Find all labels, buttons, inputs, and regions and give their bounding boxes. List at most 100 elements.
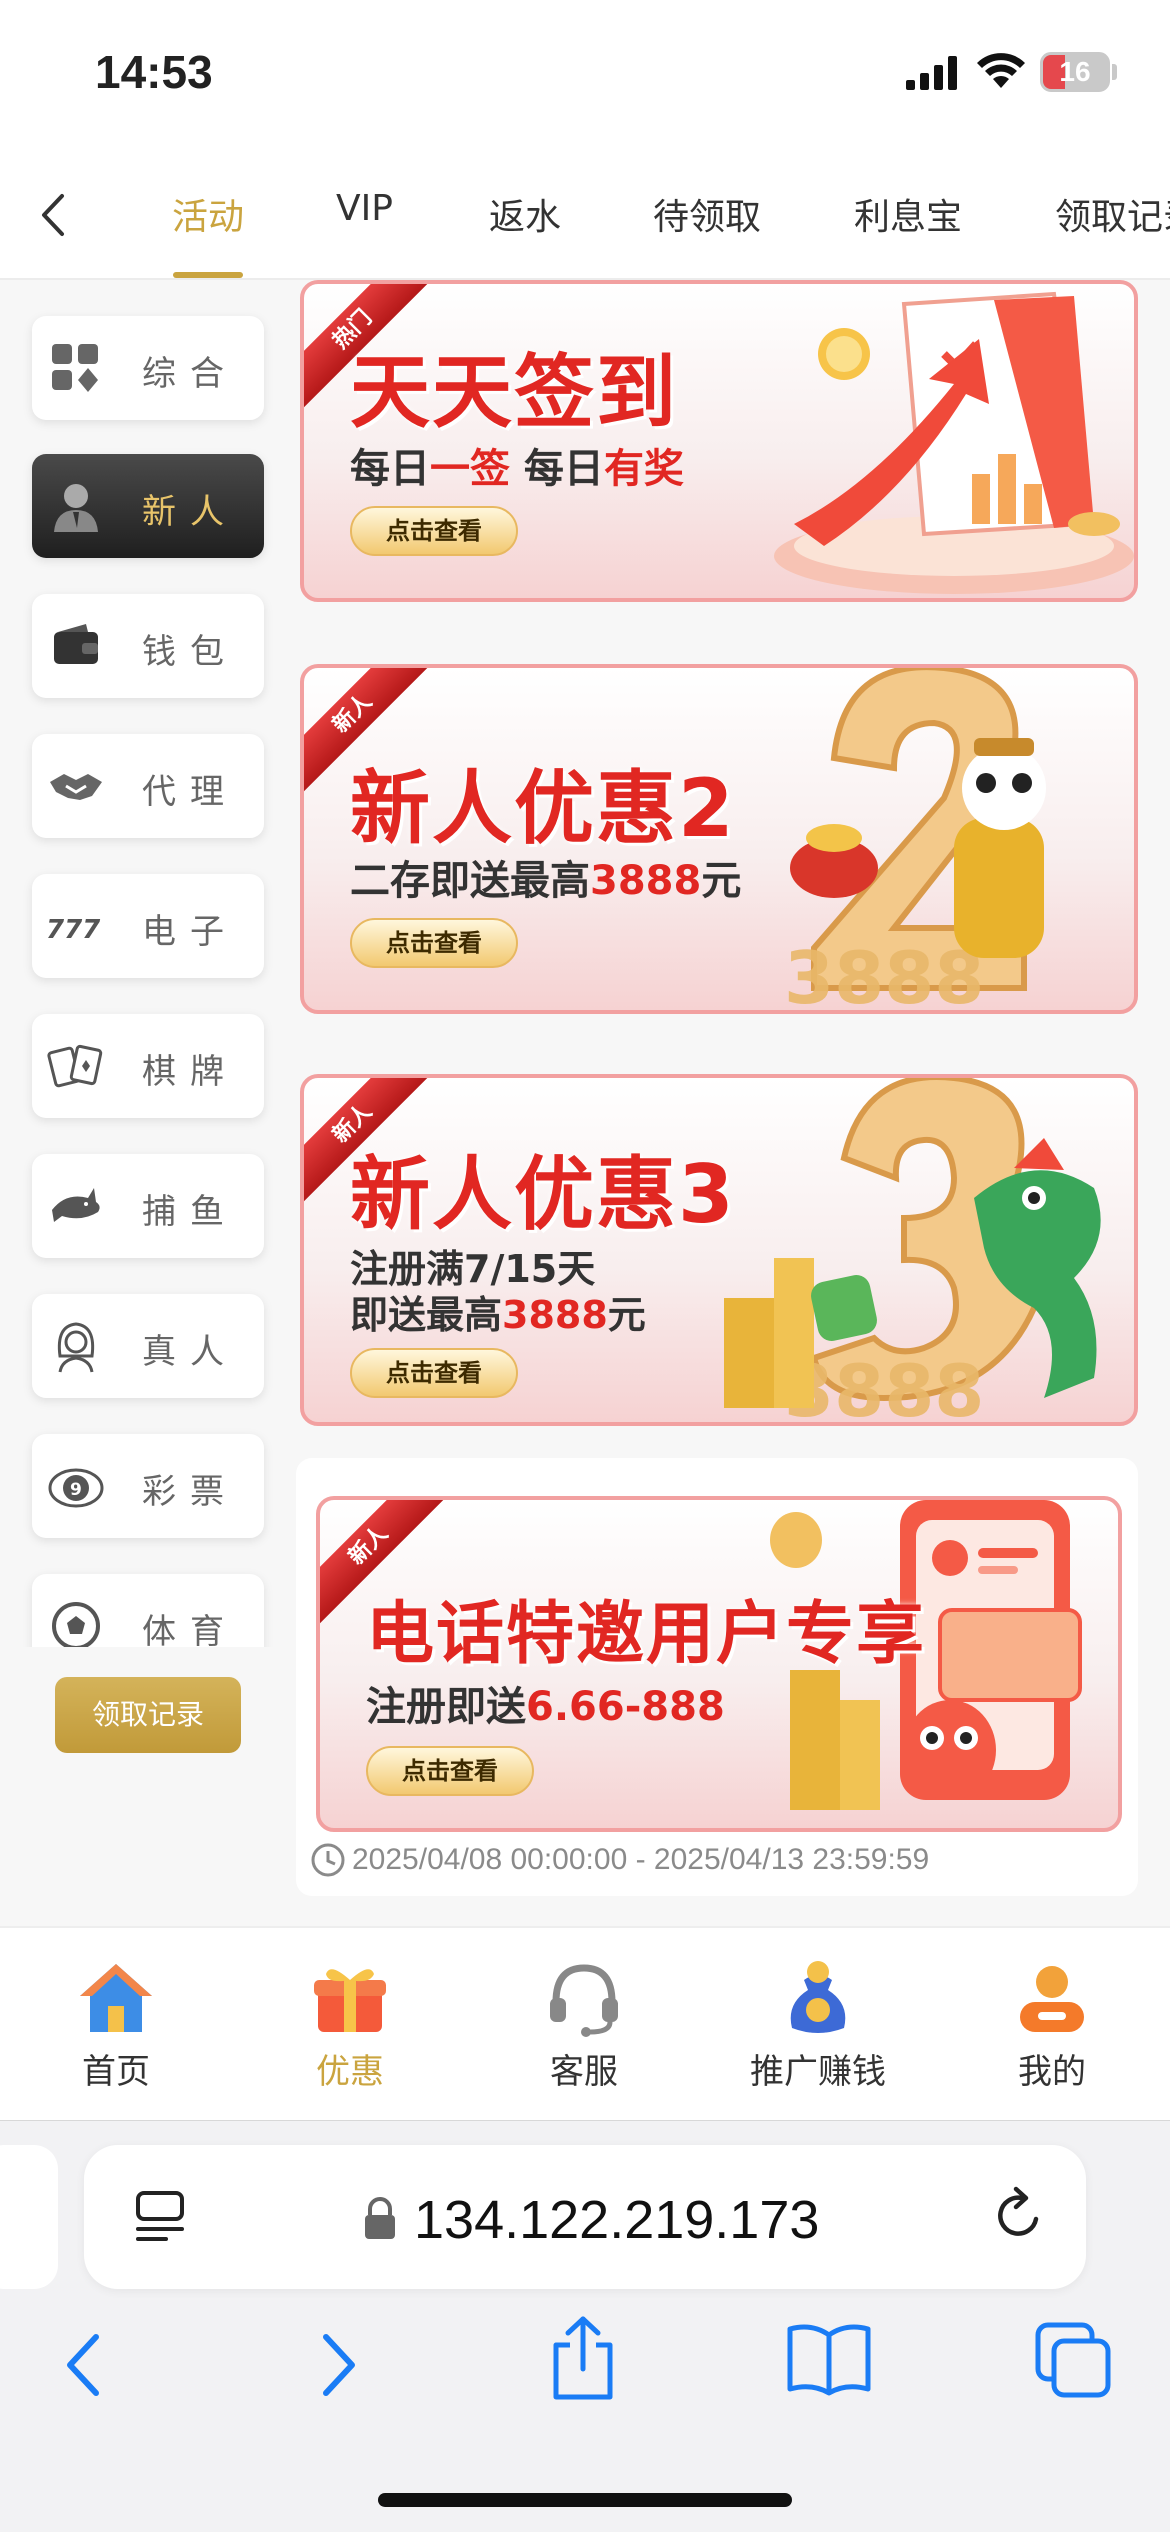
promo-card-phone-invite: 新人 电话特邀用户专享 注册即送6.66-888 点击查看 2025/04/08… bbox=[296, 1458, 1138, 1896]
tabs-icon[interactable] bbox=[1034, 2321, 1114, 2401]
sidebar-item-label: 真人 bbox=[142, 1332, 238, 1372]
sidebar-item-label: 棋牌 bbox=[142, 1052, 238, 1092]
handshake-icon bbox=[50, 774, 102, 800]
tab-pending[interactable]: 待领取 bbox=[653, 188, 761, 240]
soccer-ball-icon bbox=[52, 1602, 100, 1647]
banner-subtitle: 二存即送最高3888元 bbox=[350, 858, 742, 904]
banner-view-button[interactable]: 点击查看 bbox=[350, 918, 518, 968]
calendar-chart-illustration bbox=[774, 291, 1134, 594]
url-text: 134.122.219.173 bbox=[414, 2190, 820, 2250]
category-sidebar: 综合 新人 钱包 代理 777 电子 棋牌 捕鱼 真人 9 彩票 体育 bbox=[0, 282, 295, 1647]
chevron-left-icon[interactable] bbox=[20, 180, 90, 250]
promo-banner-newcomer-2[interactable]: 新人 3888 新人优惠2 二存即送最高3888元 点击查看 bbox=[300, 664, 1138, 1014]
tab-rebate[interactable]: 返水 bbox=[489, 188, 561, 240]
nav-offers[interactable]: 优惠 bbox=[250, 1958, 450, 2093]
status-bar: 14:53 16 bbox=[0, 0, 1170, 150]
svg-text:9: 9 bbox=[70, 1480, 82, 1500]
status-time: 14:53 bbox=[95, 46, 213, 98]
banner-title: 新人优惠2 bbox=[350, 762, 736, 855]
lottery-ball-icon: 9 bbox=[48, 1468, 104, 1508]
promo-banner-phone-invite[interactable]: 新人 电话特邀用户专享 注册即送6.66-888 点击查看 bbox=[316, 1496, 1122, 1832]
nav-label: 客服 bbox=[550, 2052, 618, 2092]
banner-title: 新人优惠3 bbox=[350, 1148, 736, 1241]
bottom-nav: 首页 优惠 客服 推广赚钱 我的 bbox=[0, 1926, 1170, 2120]
person-icon bbox=[54, 484, 98, 532]
svg-text:777: 777 bbox=[46, 915, 101, 945]
sidebar-item-label: 综合 bbox=[142, 354, 238, 394]
sidebar-item-label: 体育 bbox=[142, 1612, 238, 1647]
clock-icon bbox=[311, 1843, 345, 1877]
banner-subtitle-line2: 即送最高3888元 bbox=[350, 1293, 646, 1337]
profile-icon bbox=[1020, 1966, 1084, 2032]
tab-claim-records[interactable]: 领取记录 bbox=[1055, 188, 1170, 240]
sidebar-item-newcomer[interactable]: 新人 bbox=[32, 454, 264, 558]
promo-time-range: 2025/04/08 00:00:00 - 2025/04/13 23:59:5… bbox=[352, 1843, 930, 1876]
banner-subtitle: 注册即送6.66-888 bbox=[366, 1684, 725, 1730]
grid-icon bbox=[52, 344, 98, 392]
banner-view-button[interactable]: 点击查看 bbox=[350, 1348, 518, 1398]
cards-icon bbox=[47, 1044, 103, 1088]
sidebar-item-sports[interactable]: 体育 bbox=[32, 1574, 264, 1647]
browser-toolbar: 134.122.219.173 bbox=[0, 2120, 1170, 2532]
battery-icon: 16 bbox=[1040, 52, 1110, 92]
panda-number-illustration: 3888 bbox=[784, 668, 1046, 1013]
banner-view-button[interactable]: 点击查看 bbox=[350, 506, 518, 556]
home-indicator bbox=[378, 2493, 792, 2507]
battery-tip bbox=[1112, 64, 1117, 80]
sidebar-item-label: 新人 bbox=[142, 492, 238, 532]
bookmarks-icon[interactable] bbox=[784, 2321, 874, 2397]
claim-records-button[interactable]: 领取记录 bbox=[55, 1677, 241, 1753]
nav-label: 优惠 bbox=[316, 2052, 384, 2092]
banner-title: 天天签到 bbox=[350, 346, 678, 439]
sidebar-item-wallet[interactable]: 钱包 bbox=[32, 594, 264, 698]
wifi-icon bbox=[977, 53, 1025, 88]
sidebar-item-fishing[interactable]: 捕鱼 bbox=[32, 1154, 264, 1258]
sidebar-item-lottery[interactable]: 9 彩票 bbox=[32, 1434, 264, 1538]
sidebar-item-label: 代理 bbox=[142, 772, 238, 812]
sidebar-item-slots[interactable]: 777 电子 bbox=[32, 874, 264, 978]
share-icon[interactable] bbox=[546, 2313, 620, 2403]
sidebar-item-agent[interactable]: 代理 bbox=[32, 734, 264, 838]
money-bag-icon bbox=[790, 1961, 846, 2033]
nav-promote[interactable]: 推广赚钱 bbox=[718, 1958, 918, 2093]
nav-support[interactable]: 客服 bbox=[484, 1958, 684, 2093]
previous-tab-peek[interactable] bbox=[0, 2145, 58, 2289]
active-tab-indicator bbox=[173, 272, 243, 278]
promo-banner-daily-checkin[interactable]: 热门 天天签到 每日一签 每日有奖 点击查看 bbox=[300, 280, 1138, 602]
sidebar-item-label: 钱包 bbox=[142, 632, 238, 672]
sidebar-item-label: 电子 bbox=[142, 912, 238, 952]
slot-777-icon: 777 bbox=[46, 915, 101, 945]
top-tab-bar: 活动 VIP 返水 待领取 利息宝 领取记录 bbox=[0, 150, 1170, 280]
nav-profile[interactable]: 我的 bbox=[952, 1958, 1152, 2093]
headset-icon bbox=[550, 1964, 618, 2037]
banner-view-button[interactable]: 点击查看 bbox=[366, 1746, 534, 1796]
nav-label: 我的 bbox=[1018, 2052, 1086, 2092]
svg-text:3888: 3888 bbox=[784, 936, 984, 1013]
sidebar-item-cards[interactable]: 棋牌 bbox=[32, 1014, 264, 1118]
shark-icon bbox=[52, 1188, 100, 1222]
lock-icon bbox=[365, 2197, 395, 2239]
reader-mode-icon[interactable] bbox=[130, 2187, 190, 2247]
dragon-number-illustration: 3888 bbox=[724, 1078, 1101, 1426]
tab-vip[interactable]: VIP bbox=[336, 188, 393, 229]
reload-icon[interactable] bbox=[986, 2183, 1052, 2249]
sidebar-item-live[interactable]: 真人 bbox=[32, 1294, 264, 1398]
nav-label: 推广赚钱 bbox=[750, 2052, 886, 2092]
tab-interest[interactable]: 利息宝 bbox=[854, 188, 962, 240]
promo-banner-newcomer-3[interactable]: 新人 3888 新人优惠3 注册满7/15天 即送最高3888元 点击查看 bbox=[300, 1074, 1138, 1426]
sidebar-item-label: 彩票 bbox=[142, 1472, 238, 1512]
nav-home[interactable]: 首页 bbox=[16, 1958, 216, 2093]
svg-text:3888: 3888 bbox=[784, 1349, 984, 1426]
browser-forward-icon[interactable] bbox=[306, 2325, 366, 2405]
address-bar[interactable]: 134.122.219.173 bbox=[84, 2145, 1086, 2289]
battery-level: 16 bbox=[1059, 56, 1091, 87]
sidebar-item-all[interactable]: 综合 bbox=[32, 316, 264, 420]
cellular-signal-icon bbox=[906, 56, 957, 90]
banner-subtitle: 每日一签 每日有奖 bbox=[350, 446, 684, 492]
tab-activity[interactable]: 活动 bbox=[172, 188, 244, 240]
gift-icon bbox=[314, 1969, 386, 2032]
wallet-icon bbox=[54, 624, 98, 664]
browser-back-icon[interactable] bbox=[56, 2325, 116, 2405]
woman-icon bbox=[57, 1322, 95, 1373]
nav-label: 首页 bbox=[82, 2052, 150, 2092]
